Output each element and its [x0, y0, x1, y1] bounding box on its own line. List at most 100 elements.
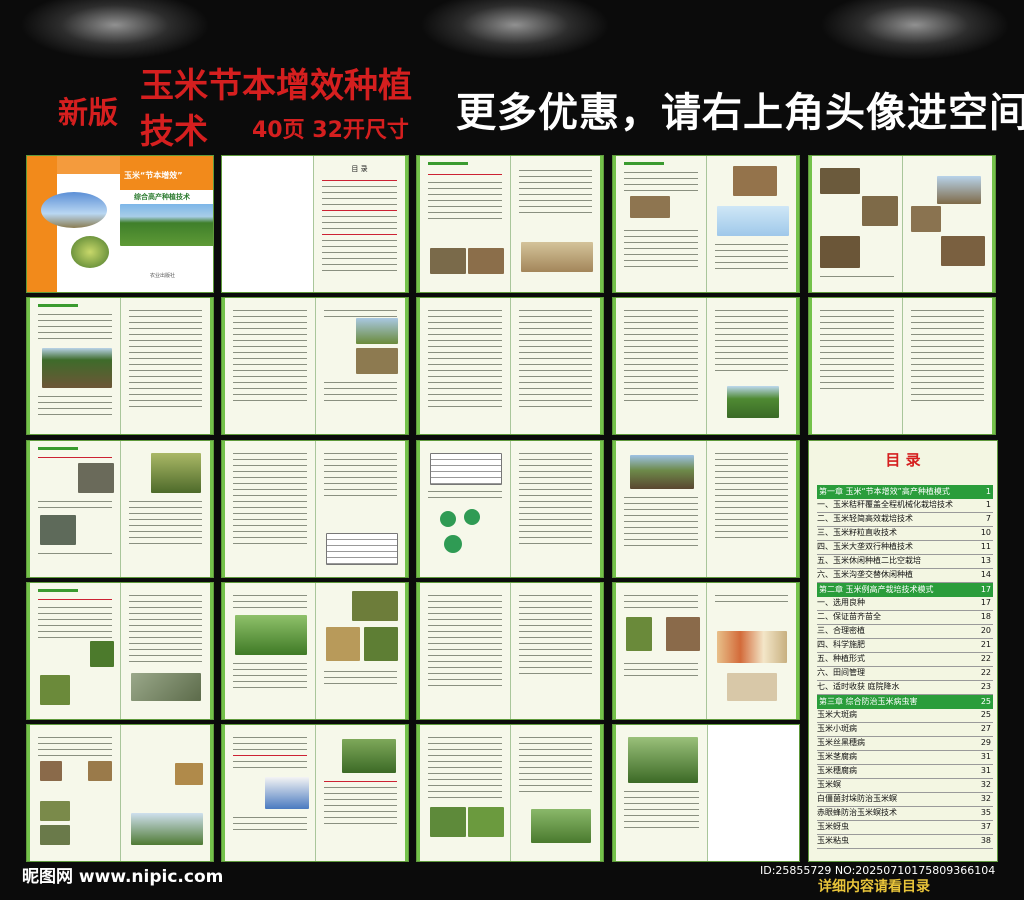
toc-item: 一、选用良种 17 [817, 597, 993, 611]
toc-item-label: 四、玉米大垄双行种植技术 [817, 542, 913, 551]
page-spread [416, 724, 604, 862]
cover-photo-corn [71, 236, 109, 268]
field-photo [820, 168, 860, 194]
see-contents-note: 详细内容请看目录 [818, 879, 930, 895]
toc-item-label: 玉米螟 [817, 780, 841, 789]
cover-subtitle: 综合高产种植技术 [134, 193, 190, 201]
pest-photo [40, 801, 70, 821]
page-spread [612, 582, 800, 720]
toc-page-number: 17 [980, 585, 991, 594]
cover-publisher: 农业出版社 [150, 273, 176, 279]
toc-item-label: 四、科学施肥 [817, 640, 865, 649]
toc-page-number: 17 [980, 598, 991, 607]
cover-spread: 玉米“节本增效” 综合高产种植技术 农业出版社 [26, 155, 214, 293]
toc-chapter: 第二章 玉米例高产栽培技术模式 17 [817, 583, 993, 597]
corn-ear-photo [716, 631, 787, 663]
toc-item: 白僵菌封垛防治玉米螟 32 [817, 793, 993, 807]
page-spread [612, 155, 800, 293]
diagram-image [440, 511, 456, 527]
pest-photo [40, 761, 62, 781]
cover-title-badge: 玉米“节本增效” [124, 171, 183, 180]
toc-item-label: 第二章 玉米例高产栽培技术模式 [819, 585, 934, 594]
toc-item-label: 玉米小斑病 [817, 724, 857, 733]
data-table [325, 533, 398, 565]
toc-item: 六、田间管理 22 [817, 667, 993, 681]
toc-item-label: 五、种植形式 [817, 654, 865, 663]
pest-photo [174, 763, 203, 785]
page-spread [26, 297, 214, 435]
field-photo [862, 196, 898, 226]
spotlight [820, 0, 1010, 60]
toc-page-number: 10 [980, 528, 991, 537]
toc-item: 三、玉米籽粒直收技术 10 [817, 527, 993, 541]
toc-page-number: 25 [980, 697, 991, 706]
toc-page-number: 1 [985, 500, 991, 509]
cover-left-page [27, 156, 120, 292]
toc-item-label: 玉米大斑病 [817, 710, 857, 719]
toc-item: 玉米大斑病 25 [817, 709, 993, 723]
page-spread [808, 155, 996, 293]
page-spread [416, 297, 604, 435]
corn-photo [468, 807, 504, 837]
toc-page-number: 31 [980, 752, 991, 761]
page-spread [612, 724, 800, 862]
toc-item: 玉米粘虫 38 [817, 835, 993, 849]
page-spread [26, 582, 214, 720]
toc-item: 二、玉米轻简高效栽培技术 7 [817, 513, 993, 527]
toc-item-label: 第三章 综合防治玉米病虫害 [819, 697, 918, 706]
page-spread [808, 297, 996, 435]
spraying-photo [130, 813, 203, 845]
toc-item: 玉米穗腐病 31 [817, 765, 993, 779]
toc-page-number: 25 [980, 710, 991, 719]
toc-item: 玉米小斑病 27 [817, 723, 993, 737]
page-spread [221, 582, 409, 720]
toc-item-label: 一、选用良种 [817, 598, 865, 607]
toc-item-label: 六、玉米沟垄交替休闲种植 [817, 570, 913, 579]
cover-photo-tractor [120, 204, 213, 246]
blank-page [708, 725, 799, 861]
toc-item-label: 一、玉米秸秆覆盖全程机械化栽培技术 [817, 500, 953, 509]
diagram-image [464, 509, 480, 525]
toc-item-label: 玉米茎腐病 [817, 752, 857, 761]
toc-item-label: 七、适时收获 庭院降水 [817, 682, 900, 691]
corn-photo [628, 737, 698, 783]
toc-page-number: 22 [980, 668, 991, 677]
book-title-line2: 技术 [140, 112, 208, 152]
toc-item: 四、玉米大垄双行种植技术 11 [817, 541, 993, 555]
toc-page-number: 22 [980, 654, 991, 663]
toc-page-number: 32 [980, 794, 991, 803]
field-photo [520, 242, 593, 272]
toc-item: 玉米丝黑穗病 29 [817, 737, 993, 751]
toc-page-number: 23 [980, 682, 991, 691]
toc-chapter: 第一章 玉米“节本增效”高产种植模式 1 [817, 485, 993, 499]
corn-plant-photo [666, 617, 700, 651]
toc-item-label: 六、田间管理 [817, 668, 865, 677]
toc-item: 五、种植形式 22 [817, 653, 993, 667]
toc-item: 四、科学施肥 21 [817, 639, 993, 653]
book-title: 玉米节本增效种植 [140, 66, 412, 106]
toc-item-label: 玉米丝黑穗病 [817, 738, 865, 747]
field-photo [468, 248, 504, 274]
page-spread [612, 297, 800, 435]
page-spread [416, 155, 604, 293]
field-photo [820, 236, 860, 268]
edition-label: 新版 [58, 96, 118, 131]
contents-page: 目 录 [314, 156, 408, 292]
toc-page-number: 38 [980, 836, 991, 845]
corn-photo [530, 809, 591, 843]
corn-photo [341, 739, 396, 773]
toc-item: 二、保证苗齐苗全 18 [817, 611, 993, 625]
product-box-photo [265, 777, 309, 809]
toc-item-label: 二、保证苗齐苗全 [817, 612, 881, 621]
field-photo [910, 206, 941, 232]
toc-page-number: 21 [980, 640, 991, 649]
page-spread [221, 724, 409, 862]
toc-item-label: 玉米蚜虫 [817, 822, 849, 831]
soil-photo [732, 166, 777, 196]
corn-ear-photo [726, 673, 777, 701]
toc-item-label: 五、玉米休闲种植二比空栽培 [817, 556, 921, 565]
toc-item: 三、合理密植 20 [817, 625, 993, 639]
toc-page-number: 14 [980, 570, 991, 579]
toc-item: 玉米螟 32 [817, 779, 993, 793]
toc-item-label: 赤眼蜂防治玉米螟技术 [817, 808, 897, 817]
